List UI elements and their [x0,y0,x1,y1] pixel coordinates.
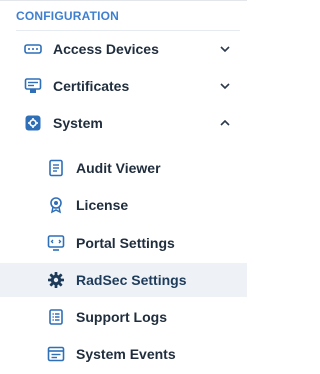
gear-icon [24,114,42,132]
sidebar-item-label: Portal Settings [76,235,175,251]
sidebar-item-label: Audit Viewer [76,160,161,176]
sidebar-item-system[interactable]: System [0,106,247,140]
monitor-icon [47,234,65,252]
router-icon [24,40,42,58]
certificate-icon [24,77,42,95]
sidebar-item-certificates[interactable]: Certificates [0,69,247,103]
sidebar-item-label: RadSec Settings [76,272,187,288]
chevron-up-icon[interactable] [219,117,231,129]
sidebar-item-label: System Events [76,346,176,362]
events-icon [47,345,65,363]
sidebar-item-support-logs[interactable]: Support Logs [0,300,247,334]
sidebar-item-access-devices[interactable]: Access Devices [0,32,247,66]
sidebar-item-label: License [76,197,129,213]
list-icon [47,308,65,326]
sidebar-item-radsec-settings[interactable]: RadSec Settings [0,263,247,297]
section-divider [16,30,240,31]
sidebar-item-audit-viewer[interactable]: Audit Viewer [0,151,247,185]
gear-icon [47,271,65,289]
sidebar-item-label: System [53,115,103,131]
chevron-down-icon[interactable] [219,80,231,92]
top-divider [0,0,247,1]
document-icon [47,159,65,177]
sidebar-item-system-events[interactable]: System Events [0,337,247,371]
section-title: CONFIGURATION [16,9,120,23]
sidebar-item-label: Access Devices [53,41,159,57]
badge-icon [47,196,65,214]
sidebar-item-license[interactable]: License [0,188,247,222]
sidebar-item-label: Support Logs [76,309,167,325]
sidebar-item-portal-settings[interactable]: Portal Settings [0,226,247,260]
chevron-down-icon[interactable] [219,43,231,55]
sidebar-item-label: Certificates [53,78,130,94]
